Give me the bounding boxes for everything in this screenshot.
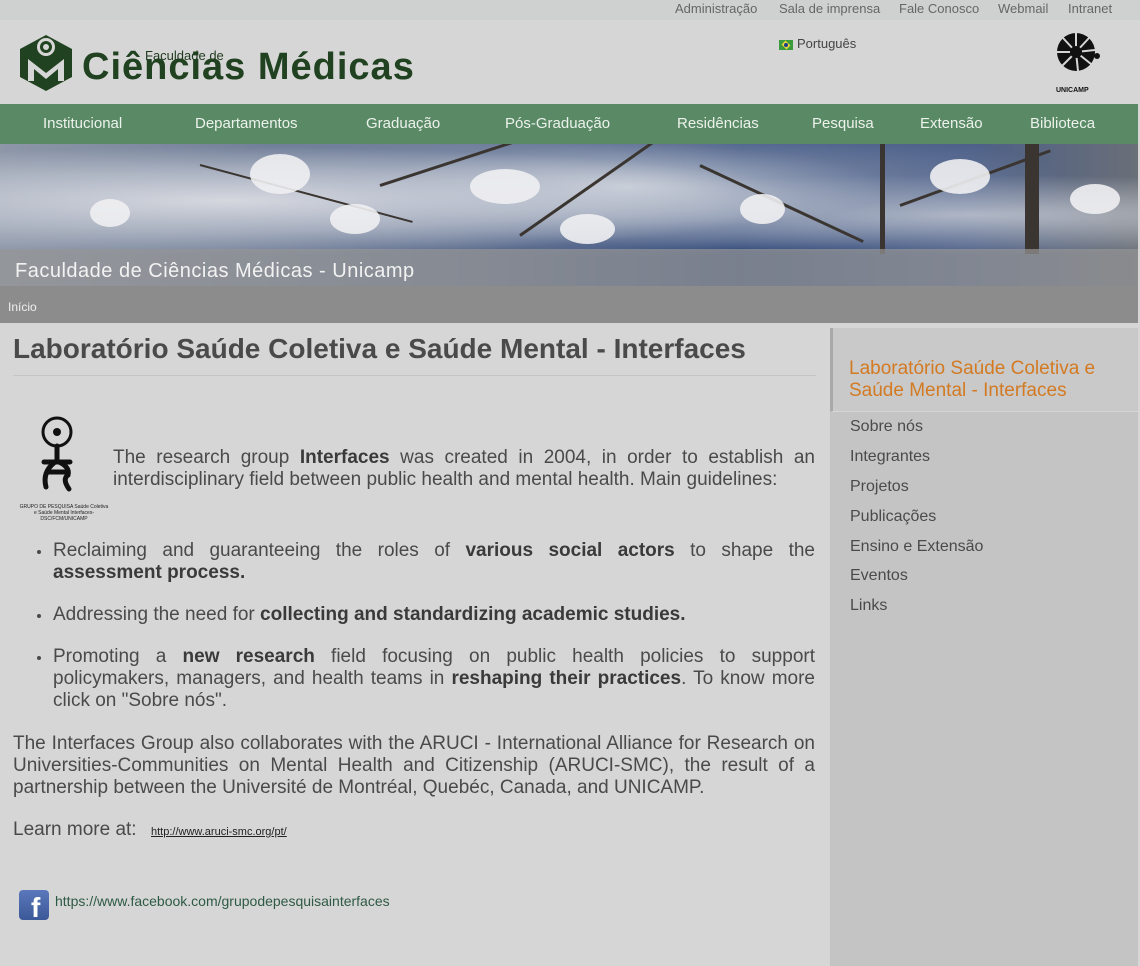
top-link-fale-conosco[interactable]: Fale Conosco bbox=[899, 1, 979, 16]
intro-paragraph: The research group Interfaces was create… bbox=[113, 447, 815, 491]
sidebar-heading-box: Laboratório Saúde Coletiva e Saúde Menta… bbox=[830, 328, 1138, 412]
nav-institucional[interactable]: Institucional bbox=[43, 115, 122, 132]
brazil-flag-icon bbox=[779, 39, 793, 50]
breadcrumb-home[interactable]: Início bbox=[8, 300, 37, 314]
top-link-administracao[interactable]: Administração bbox=[675, 1, 757, 16]
tree-branch bbox=[880, 144, 885, 254]
top-link-webmail[interactable]: Webmail bbox=[998, 1, 1048, 16]
language-label: Português bbox=[797, 36, 857, 51]
banner-title: Faculdade de Ciências Médicas - Unicamp bbox=[15, 260, 415, 282]
sidebar: Laboratório Saúde Coletiva e Saúde Menta… bbox=[830, 328, 1138, 966]
guideline-text: to shape the bbox=[674, 540, 815, 561]
blossom-cluster bbox=[930, 159, 990, 194]
unicamp-label: UNICAMP bbox=[1056, 87, 1089, 94]
facebook-icon[interactable]: f bbox=[19, 890, 49, 920]
guideline-item: Promoting a new research field focusing … bbox=[37, 646, 815, 712]
aruci-link[interactable]: http://www.aruci-smc.org/pt/ bbox=[151, 826, 287, 838]
language-selector[interactable]: Português bbox=[779, 36, 856, 51]
guideline-bold: reshaping their practices bbox=[451, 668, 682, 689]
guideline-text: Reclaiming and guaranteeing the roles of bbox=[53, 540, 466, 561]
sidebar-item-eventos[interactable]: Eventos bbox=[850, 567, 908, 585]
title-divider bbox=[13, 375, 816, 376]
nav-biblioteca[interactable]: Biblioteca bbox=[1030, 115, 1095, 132]
nav-extensao[interactable]: Extensão bbox=[920, 115, 983, 132]
intro-text: The research group bbox=[113, 447, 300, 468]
guideline-text: Addressing the need for bbox=[53, 604, 261, 625]
blossom-cluster bbox=[250, 154, 310, 194]
blossom-cluster bbox=[740, 194, 785, 224]
banner-caption: Faculdade de Ciências Médicas - Unicamp bbox=[0, 249, 1138, 286]
nav-graduacao[interactable]: Graduação bbox=[366, 115, 440, 132]
guideline-bold: assessment process. bbox=[53, 562, 246, 583]
top-link-intranet[interactable]: Intranet bbox=[1068, 1, 1112, 16]
nav-pos-graduacao[interactable]: Pós-Graduação bbox=[505, 115, 610, 132]
intro-bold: Interfaces bbox=[299, 447, 390, 468]
main-content: Laboratório Saúde Coletiva e Saúde Menta… bbox=[0, 323, 830, 966]
guideline-bold: new research bbox=[182, 646, 315, 667]
guideline-text: Promoting a bbox=[53, 646, 183, 667]
blossom-cluster bbox=[330, 204, 380, 234]
blossom-cluster bbox=[1070, 184, 1120, 214]
sidebar-item-links[interactable]: Links bbox=[850, 597, 887, 615]
nav-departamentos[interactable]: Departamentos bbox=[195, 115, 298, 132]
facebook-link[interactable]: https://www.facebook.com/grupodepesquisa… bbox=[55, 893, 390, 909]
sidebar-heading[interactable]: Laboratório Saúde Coletiva e Saúde Menta… bbox=[849, 358, 1129, 402]
sidebar-item-projetos[interactable]: Projetos bbox=[850, 478, 909, 496]
aruci-paragraph: The Interfaces Group also collaborates w… bbox=[13, 733, 815, 798]
main-nav: Institucional Departamentos Graduação Pó… bbox=[0, 104, 1138, 144]
guideline-bold: collecting and standardizing academic st… bbox=[260, 604, 686, 625]
group-logo-caption: GRUPO DE PESQUISA Saúde Coletiva e Saúde… bbox=[19, 504, 109, 522]
fcm-logo-icon[interactable] bbox=[16, 33, 76, 93]
site-header: Faculdade de Ciências Médicas Português … bbox=[0, 20, 1140, 104]
banner-image: Faculdade de Ciências Médicas - Unicamp bbox=[0, 144, 1138, 286]
nav-residencias[interactable]: Residências bbox=[677, 115, 759, 132]
unicamp-logo-icon[interactable] bbox=[1054, 30, 1102, 80]
guideline-item: Reclaiming and guaranteeing the roles of… bbox=[37, 540, 815, 584]
sidebar-item-ensino-extensao[interactable]: Ensino e Extensão bbox=[850, 538, 983, 556]
blossom-cluster bbox=[90, 199, 130, 227]
nav-pesquisa[interactable]: Pesquisa bbox=[812, 115, 874, 132]
sidebar-item-publicacoes[interactable]: Publicações bbox=[850, 508, 936, 526]
sidebar-item-integrantes[interactable]: Integrantes bbox=[850, 448, 930, 466]
top-utility-bar: Administração Sala de imprensa Fale Cono… bbox=[0, 0, 1140, 20]
guideline-item: Addressing the need for collecting and s… bbox=[37, 604, 815, 626]
sidebar-item-sobre-nos[interactable]: Sobre nós bbox=[850, 418, 923, 436]
breadcrumb: Início bbox=[0, 286, 1138, 323]
top-link-sala-de-imprensa[interactable]: Sala de imprensa bbox=[779, 1, 880, 16]
learn-more-label: Learn more at: bbox=[13, 819, 137, 840]
blossom-cluster bbox=[560, 214, 615, 244]
blossom-cluster bbox=[470, 169, 540, 204]
logo-title[interactable]: Ciências Médicas bbox=[82, 46, 415, 89]
guideline-bold: various social actors bbox=[465, 540, 675, 561]
page-title: Laboratório Saúde Coletiva e Saúde Menta… bbox=[13, 333, 746, 364]
